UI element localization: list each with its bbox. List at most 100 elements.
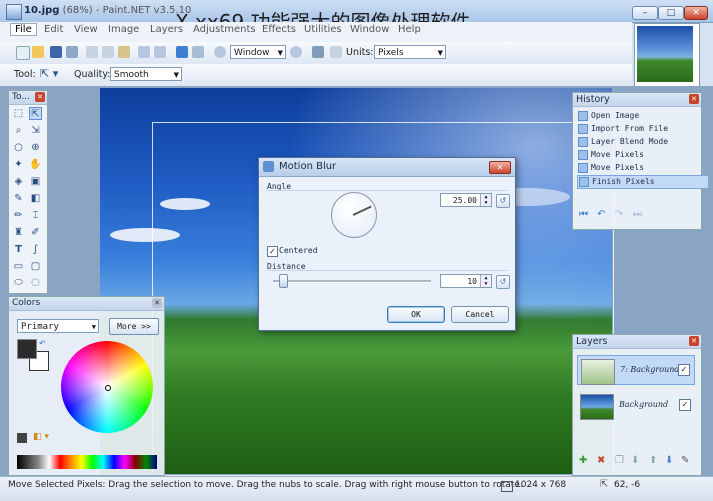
- move-pixels-icon[interactable]: ⇱: [29, 107, 42, 120]
- line-curve-icon[interactable]: ∫: [29, 243, 42, 256]
- swap-colors-icon[interactable]: ↶: [39, 339, 46, 348]
- layer-row[interactable]: Background ✓: [577, 391, 695, 421]
- units-combo[interactable]: Pixels ▼: [374, 45, 446, 59]
- angle-dial[interactable]: [331, 192, 377, 238]
- menu-adjustments[interactable]: Adjustments: [193, 24, 256, 35]
- layers-panel-close-icon[interactable]: ✕: [689, 336, 699, 346]
- angle-input[interactable]: 25.00 ▲ ▼: [440, 193, 492, 207]
- history-item[interactable]: Import From File: [577, 123, 668, 135]
- angle-reset-icon[interactable]: ↺: [496, 194, 510, 208]
- history-item[interactable]: Move Pixels: [577, 162, 644, 174]
- eraser-icon[interactable]: ◧: [29, 192, 42, 205]
- layer-row[interactable]: 7: Background ✓: [577, 355, 695, 385]
- quality-combo[interactable]: Smooth ▼: [110, 67, 182, 81]
- history-fast-forward-icon[interactable]: ⏭: [633, 209, 642, 220]
- history-item[interactable]: Move Pixels: [577, 149, 644, 161]
- move-layer-up-icon[interactable]: ⬆: [649, 455, 657, 466]
- reset-colors-icon[interactable]: [17, 433, 27, 443]
- tool-selector-icon[interactable]: ⇱ ▾: [40, 67, 58, 80]
- crop-icon[interactable]: [138, 46, 150, 58]
- pencil-icon[interactable]: ✏: [12, 209, 25, 222]
- zoom-out-icon[interactable]: [214, 46, 226, 58]
- distance-slider-thumb[interactable]: [279, 274, 288, 288]
- print-icon[interactable]: [66, 46, 78, 58]
- centered-checkbox[interactable]: ✓: [267, 246, 278, 257]
- menu-help[interactable]: Help: [398, 24, 421, 35]
- magic-wand-icon[interactable]: ✦: [12, 158, 25, 171]
- cut-icon[interactable]: [86, 46, 98, 58]
- distance-slider-track[interactable]: [273, 280, 431, 283]
- color-picker-icon[interactable]: ⌶: [29, 209, 42, 222]
- menu-layers[interactable]: Layers: [150, 24, 183, 35]
- history-item[interactable]: Layer Blend Mode: [577, 136, 668, 148]
- tools-panel-close-icon[interactable]: ✕: [35, 92, 45, 102]
- menu-effects[interactable]: Effects: [262, 24, 296, 35]
- primary-color-swatch[interactable]: [17, 339, 37, 359]
- menu-window[interactable]: Window: [350, 24, 389, 35]
- save-icon[interactable]: [50, 46, 62, 58]
- pan-icon[interactable]: ✋: [29, 158, 42, 171]
- maximize-button[interactable]: □: [658, 6, 684, 20]
- deselect-icon[interactable]: [154, 46, 166, 58]
- paint-bucket-icon[interactable]: ◈: [12, 175, 25, 188]
- move-selection-icon[interactable]: ⇲: [29, 124, 42, 137]
- history-item[interactable]: Open Image: [577, 110, 639, 122]
- ellipse-icon[interactable]: ⬭: [12, 276, 25, 289]
- menu-utilities[interactable]: Utilities: [304, 24, 342, 35]
- layer-visibility-checkbox[interactable]: ✓: [679, 399, 691, 411]
- redo-icon[interactable]: [192, 46, 204, 58]
- history-undo-icon[interactable]: ↶: [597, 209, 605, 220]
- rectangle-icon[interactable]: ▭: [12, 260, 25, 273]
- image-navigator[interactable]: [634, 23, 700, 89]
- ellipse-select-icon[interactable]: ○: [12, 141, 25, 154]
- undo-icon[interactable]: [176, 46, 188, 58]
- zoom-in-icon[interactable]: [290, 46, 302, 58]
- color-wheel[interactable]: [61, 341, 153, 433]
- cancel-button[interactable]: Cancel: [451, 306, 509, 323]
- open-icon[interactable]: [32, 46, 44, 58]
- recolor-icon[interactable]: ✐: [29, 226, 42, 239]
- menu-edit[interactable]: Edit: [44, 24, 63, 35]
- more-colors-button[interactable]: More >>: [109, 318, 159, 335]
- zoom-combo[interactable]: Window ▼: [230, 45, 286, 59]
- move-layer-down-icon[interactable]: ⬇: [665, 455, 673, 466]
- color-mode-combo[interactable]: Primary ▼: [17, 319, 99, 333]
- paintbrush-icon[interactable]: ✎: [12, 192, 25, 205]
- color-palette[interactable]: [17, 455, 157, 469]
- minimize-button[interactable]: –: [632, 6, 658, 20]
- menu-file[interactable]: File: [10, 23, 37, 36]
- rounded-rectangle-icon[interactable]: ▢: [29, 260, 42, 273]
- menu-image[interactable]: Image: [108, 24, 139, 35]
- gradient-icon[interactable]: ▣: [29, 175, 42, 188]
- new-icon[interactable]: [16, 46, 30, 60]
- clone-stamp-icon[interactable]: ♜: [12, 226, 25, 239]
- history-rewind-icon[interactable]: ⏮: [579, 209, 588, 220]
- zoom-tool-icon[interactable]: ⊕: [29, 141, 42, 154]
- delete-layer-icon[interactable]: ✖: [597, 455, 605, 466]
- text-icon[interactable]: T: [12, 243, 25, 256]
- colors-panel-close-icon[interactable]: ✕: [152, 298, 162, 308]
- layer-properties-icon[interactable]: ✎: [681, 455, 689, 466]
- distance-input[interactable]: 10 ▲ ▼: [440, 274, 492, 288]
- merge-layer-icon[interactable]: ⬇: [631, 455, 639, 466]
- lasso-icon[interactable]: ⌕: [12, 124, 25, 137]
- palette-menu-icon[interactable]: ◧ ▾: [33, 432, 49, 442]
- grid-icon[interactable]: [312, 46, 324, 58]
- layer-thumbnail: [580, 394, 614, 420]
- duplicate-layer-icon[interactable]: ❐: [615, 455, 624, 466]
- dialog-close-button[interactable]: ✕: [489, 161, 511, 174]
- history-redo-icon[interactable]: ↷: [615, 209, 623, 220]
- layer-visibility-checkbox[interactable]: ✓: [678, 364, 690, 376]
- history-item-selected[interactable]: Finish Pixels: [577, 175, 709, 189]
- ok-button[interactable]: OK: [387, 306, 445, 323]
- paste-icon[interactable]: [118, 46, 130, 58]
- copy-icon[interactable]: [102, 46, 114, 58]
- freeform-shape-icon[interactable]: ◌: [29, 276, 42, 289]
- ruler-icon[interactable]: [330, 46, 342, 58]
- close-button[interactable]: ✕: [684, 6, 708, 20]
- add-layer-icon[interactable]: ✚: [579, 455, 587, 466]
- history-panel-close-icon[interactable]: ✕: [689, 94, 699, 104]
- menu-view[interactable]: View: [74, 24, 98, 35]
- rect-select-icon[interactable]: ⬚: [12, 107, 25, 120]
- distance-reset-icon[interactable]: ↺: [496, 275, 510, 289]
